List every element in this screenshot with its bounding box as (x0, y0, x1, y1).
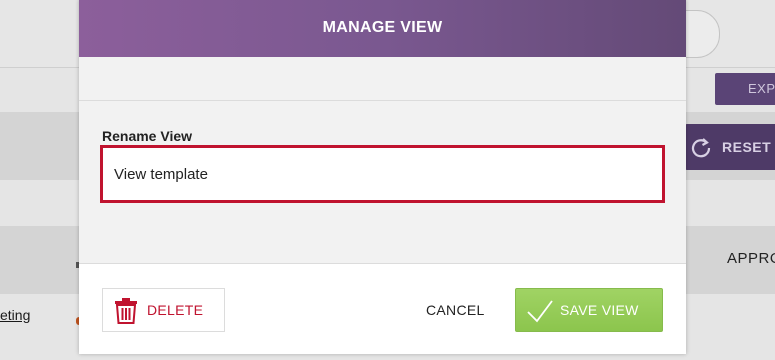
background-reset-label: RESET (722, 139, 772, 155)
refresh-icon (691, 138, 711, 158)
background-reset-button: RESET (684, 124, 775, 170)
background-row-link: eting (0, 307, 31, 323)
save-view-button-label: SAVE VIEW (560, 302, 639, 318)
checkmark-icon (527, 300, 553, 323)
background-column-header: APPRO (727, 250, 775, 267)
background-export-button: EXPO (715, 73, 775, 105)
modal-footer: DELETE CANCEL SAVE VIEW (79, 264, 686, 354)
manage-view-modal: MANAGE VIEW Rename View DELETE CANCEL SA… (79, 0, 686, 354)
modal-subheader (79, 57, 686, 101)
modal-title: MANAGE VIEW (322, 19, 443, 36)
delete-button[interactable]: DELETE (102, 288, 225, 332)
modal-header: MANAGE VIEW (79, 0, 686, 57)
cancel-button[interactable]: CANCEL (426, 288, 485, 332)
trash-icon (115, 298, 137, 324)
rename-view-input[interactable] (100, 145, 665, 203)
rename-view-label: Rename View (102, 128, 193, 144)
delete-button-label: DELETE (147, 302, 204, 318)
save-view-button[interactable]: SAVE VIEW (515, 288, 663, 332)
modal-body: Rename View (79, 101, 686, 264)
